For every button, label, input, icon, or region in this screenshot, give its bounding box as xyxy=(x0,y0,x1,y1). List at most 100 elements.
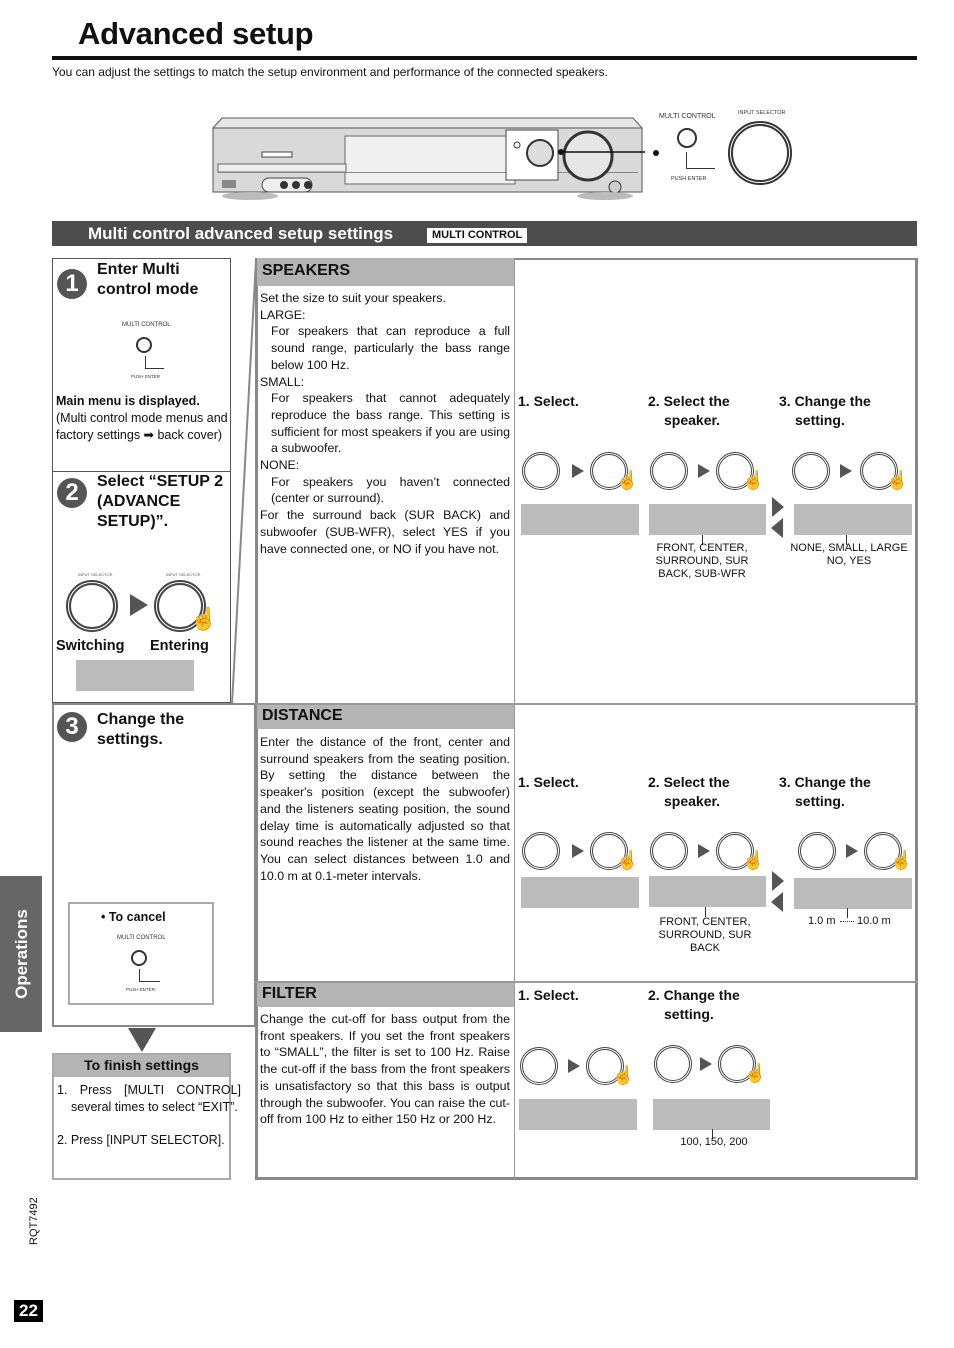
small-text: For speakers that cannot adequately repr… xyxy=(271,391,510,456)
distance-speaker-options: FRONT, CENTER, SURROUND, SUR BACK xyxy=(658,916,752,954)
arrow-right-icon xyxy=(572,844,584,858)
page-number: 22 xyxy=(14,1300,43,1322)
arrow-right-icon xyxy=(700,1057,712,1071)
step-1-push-label: PUSH ENTER xyxy=(131,374,161,379)
display-placeholder xyxy=(649,504,766,535)
arrow-right-icon xyxy=(130,594,148,616)
dial-pair: ☝ xyxy=(520,820,645,875)
distance-step-2: 2. Select the speaker. xyxy=(648,774,730,809)
step-1-heading: Enter Multi control mode xyxy=(97,261,199,298)
switching-label: Switching xyxy=(56,638,125,654)
side-tab: Operations xyxy=(0,876,42,1032)
column-divider xyxy=(514,258,515,1180)
receiver-front-panel-icon xyxy=(211,117,655,200)
rotate-dial-icon[interactable] xyxy=(650,832,688,870)
speakers-step-2: 2. Select the speaker. xyxy=(648,393,730,428)
distance-range-min: 1.0 m xyxy=(808,915,836,927)
distance-step-3: 3. Change the setting. xyxy=(779,774,871,809)
next-arrow-icon xyxy=(772,497,784,517)
cancel-multi-control-button[interactable] xyxy=(131,950,147,966)
cancel-push-label: PUSH ENTER xyxy=(126,987,156,992)
hand-press-icon: ☝ xyxy=(742,850,765,870)
step-1-note: (Multi control mode menus and factory se… xyxy=(56,411,228,442)
display-placeholder xyxy=(76,660,194,691)
dial-pair: ☝ xyxy=(520,440,645,495)
rotate-dial-icon[interactable] xyxy=(792,452,830,490)
entering-label: Entering xyxy=(150,638,209,654)
step-1-multi-control-button[interactable] xyxy=(136,337,152,353)
display-placeholder xyxy=(519,1099,637,1130)
rotate-dial-icon[interactable] xyxy=(520,1047,558,1085)
arrow-right-icon xyxy=(846,844,858,858)
hand-press-icon: ☝ xyxy=(744,1063,767,1083)
filter-options: 100, 150, 200 xyxy=(680,1136,748,1148)
side-tab-label: Operations xyxy=(12,909,31,999)
connector-dot xyxy=(653,150,659,156)
speakers-outro: For the surround back (SUR BACK) and sub… xyxy=(260,508,510,556)
display-placeholder xyxy=(794,504,912,535)
dial-label: INPUT SELECTOR xyxy=(78,572,113,577)
next-arrow-icon xyxy=(772,871,784,891)
large-text: For speakers that can reproduce a full s… xyxy=(271,324,510,372)
arrow-right-icon xyxy=(698,844,710,858)
arrow-down-icon xyxy=(128,1028,156,1052)
push-bracket xyxy=(145,356,164,369)
input-selector-label: INPUT SELECTOR xyxy=(738,110,786,116)
rotate-dial-icon[interactable] xyxy=(522,832,560,870)
push-enter-label: PUSH ENTER xyxy=(671,176,707,182)
title-rule xyxy=(52,56,917,60)
dial-label: INPUT SELECTOR xyxy=(166,572,201,577)
section-badge: MULTI CONTROL xyxy=(427,228,528,243)
rotate-dial-icon[interactable] xyxy=(66,580,118,632)
display-placeholder xyxy=(794,878,912,909)
none-text: For speakers you haven’t connected (cent… xyxy=(271,474,510,506)
arrow-right-icon xyxy=(840,464,852,478)
display-placeholder xyxy=(653,1099,770,1130)
distance-heading: DISTANCE xyxy=(257,705,514,729)
distance-step-1: 1. Select. xyxy=(518,774,579,790)
rotate-dial-icon[interactable] xyxy=(654,1045,692,1083)
speaker-options: FRONT, CENTER, SURROUND, SUR BACK, SUB-W… xyxy=(655,542,749,580)
intro-text: You can adjust the settings to match the… xyxy=(52,65,608,79)
push-bracket xyxy=(686,152,715,169)
rotate-dial-icon[interactable] xyxy=(650,452,688,490)
filter-step-1: 1. Select. xyxy=(518,987,579,1003)
dial-pair: ☝ xyxy=(796,820,921,875)
rotate-dial-icon[interactable] xyxy=(798,832,836,870)
rotate-dial-icon[interactable] xyxy=(522,452,560,490)
display-placeholder xyxy=(649,876,766,907)
finish-item-2: 2. Press [INPUT SELECTOR]. xyxy=(57,1133,225,1147)
dial-pair: ☝ xyxy=(648,440,773,495)
speakers-description: Set the size to suit your speakers. LARG… xyxy=(260,290,510,557)
hand-press-icon: ☝ xyxy=(742,470,765,490)
input-selector-dial[interactable] xyxy=(728,121,792,185)
prev-arrow-icon xyxy=(771,892,783,912)
step-3-heading: Change the settings. xyxy=(97,711,185,748)
speakers-step-1: 1. Select. xyxy=(518,393,579,409)
step-2-number: 2 xyxy=(57,478,87,508)
step-1-result: Main menu is displayed. xyxy=(56,394,200,408)
hand-press-icon: ☝ xyxy=(612,1065,635,1085)
connector-line xyxy=(231,259,257,705)
step-1-button-label: MULTI CONTROL xyxy=(122,322,171,328)
dial-pair: ☝ xyxy=(790,440,915,495)
filter-description: Change the cut-off for bass output from … xyxy=(260,1012,510,1127)
dial-pair: ☝ xyxy=(652,1033,777,1088)
small-label: SMALL: xyxy=(260,374,305,389)
large-label: LARGE: xyxy=(260,307,306,322)
distance-range-max: 10.0 m xyxy=(857,915,891,927)
filter-heading: FILTER xyxy=(257,983,514,1007)
receiver-illustration xyxy=(210,116,655,200)
multi-control-button[interactable] xyxy=(677,128,697,148)
step-1-number: 1 xyxy=(57,269,87,299)
prev-arrow-icon xyxy=(771,518,783,538)
arrow-right-icon xyxy=(698,464,710,478)
none-label: NONE: xyxy=(260,458,300,473)
page-title: Advanced setup xyxy=(78,16,314,51)
hand-press-icon: ☝ xyxy=(886,470,909,490)
distance-description: Enter the distance of the front, center … xyxy=(260,735,510,883)
display-placeholder xyxy=(521,877,639,908)
doc-code: RQT7492 xyxy=(28,1197,40,1245)
hand-press-icon: ☝ xyxy=(890,850,913,870)
dial-pair: ☝ xyxy=(648,820,773,875)
